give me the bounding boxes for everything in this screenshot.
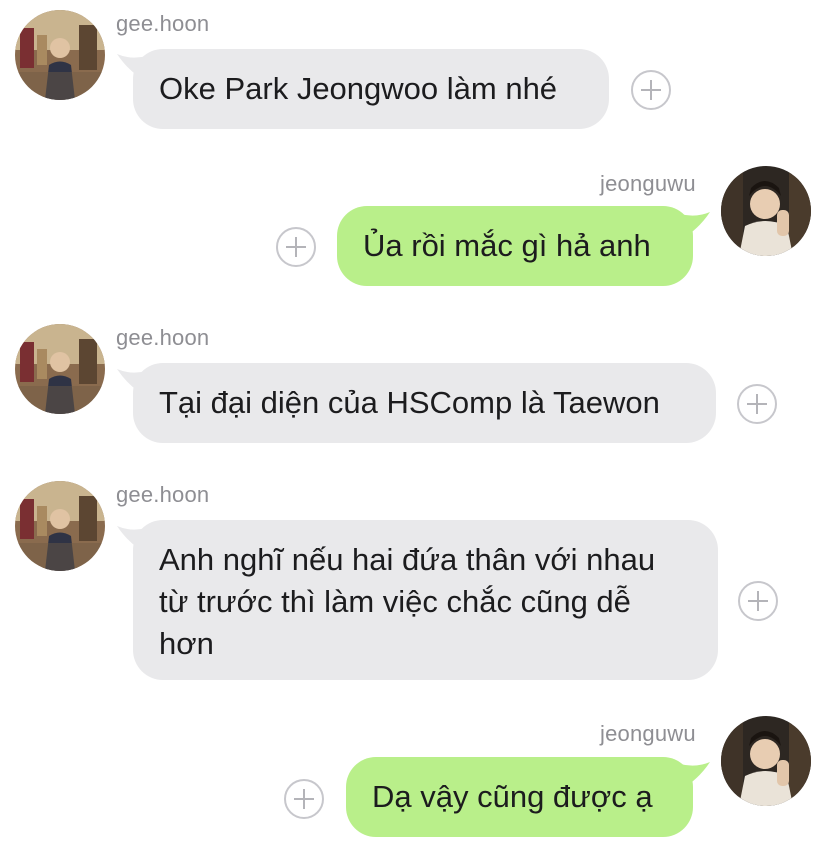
message-row-outgoing: jeonguwu Ủa rồi mắc gì hả anh [0, 160, 827, 300]
message-row-outgoing: jeonguwu Dạ vậy cũng được ạ [0, 710, 827, 845]
avatar-image [721, 166, 811, 256]
message-row-incoming: gee.hoon Oke Park Jeongwoo làm nhé [0, 0, 827, 140]
message-bubble[interactable]: Anh nghĩ nếu hai đứa thân với nhau từ tr… [133, 520, 718, 680]
message-bubble[interactable]: Ủa rồi mắc gì hả anh [337, 206, 693, 286]
sender-name: jeonguwu [600, 171, 696, 196]
sender-name: jeonguwu [600, 721, 696, 746]
add-reaction-plus-icon[interactable] [737, 384, 777, 424]
avatar-jeonguwu[interactable] [721, 716, 811, 806]
avatar-gee-hoon[interactable] [15, 324, 105, 414]
sender-name: gee.hoon [116, 482, 210, 507]
add-reaction-plus-icon[interactable] [284, 779, 324, 819]
message-bubble[interactable]: Tại đại diện của HSComp là Taewon [133, 363, 716, 443]
avatar-image [15, 324, 105, 414]
avatar-image [15, 481, 105, 571]
add-reaction-plus-icon[interactable] [276, 227, 316, 267]
avatar-image [721, 716, 811, 806]
avatar-jeonguwu[interactable] [721, 166, 811, 256]
avatar-gee-hoon[interactable] [15, 481, 105, 571]
message-bubble[interactable]: Oke Park Jeongwoo làm nhé [133, 49, 609, 129]
message-bubble[interactable]: Dạ vậy cũng được ạ [346, 757, 693, 837]
avatar-gee-hoon[interactable] [15, 10, 105, 100]
message-row-incoming: gee.hoon Anh nghĩ nếu hai đứa thân với n… [0, 472, 827, 692]
avatar-image [15, 10, 105, 100]
sender-name: gee.hoon [116, 325, 210, 350]
sender-name: gee.hoon [116, 11, 210, 36]
add-reaction-plus-icon[interactable] [738, 581, 778, 621]
message-row-incoming: gee.hoon Tại đại diện của HSComp là Taew… [0, 315, 827, 455]
add-reaction-plus-icon[interactable] [631, 70, 671, 110]
